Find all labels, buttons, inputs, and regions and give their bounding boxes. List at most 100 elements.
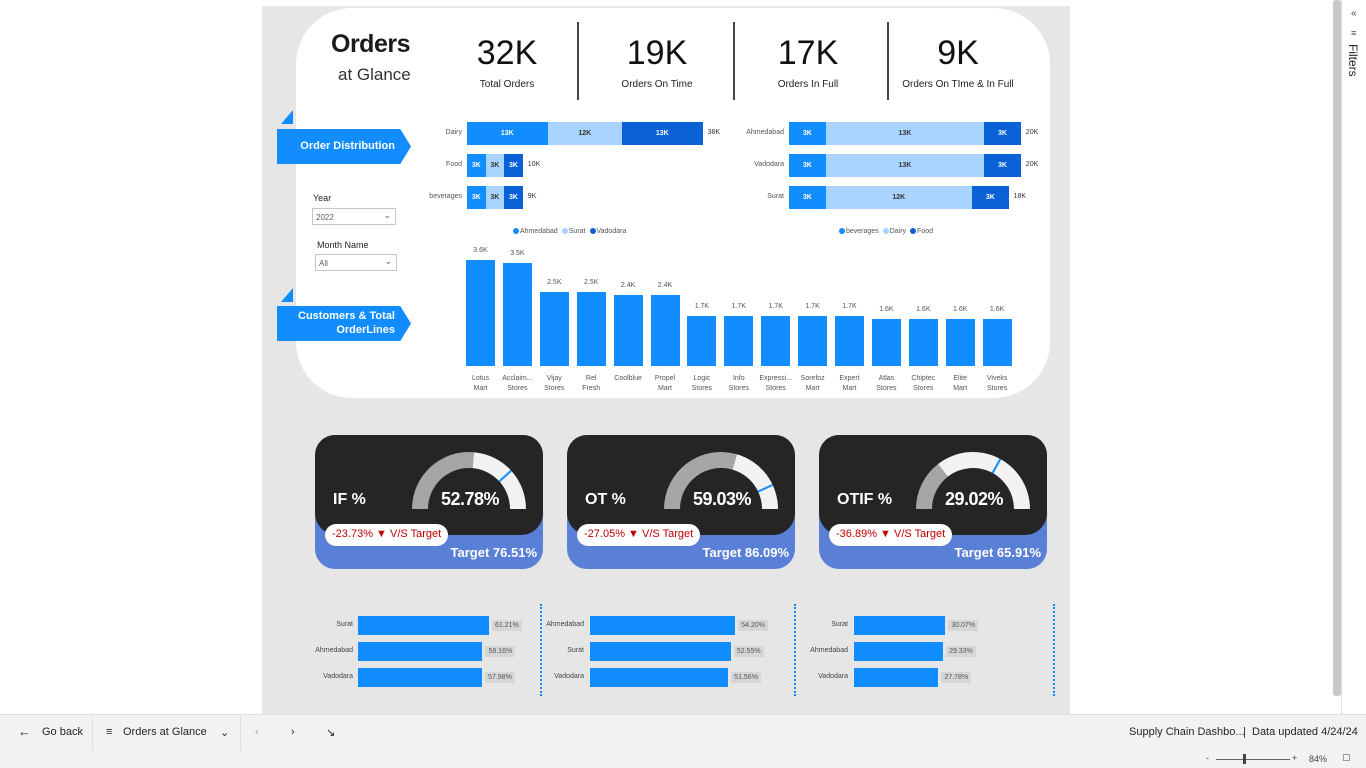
column-category-label: Viveks Stores bbox=[986, 375, 1008, 392]
column-bar bbox=[502, 262, 532, 366]
filters-pane[interactable]: « ≡ Filters bbox=[1341, 0, 1366, 714]
chart-legend: beverages Dairy Food bbox=[839, 228, 933, 235]
variance-value: -36.89% bbox=[836, 528, 881, 540]
variance-badge: -36.89% ▼ V/S Target bbox=[829, 524, 953, 546]
column-value-label: 3.6K bbox=[473, 247, 488, 254]
year-slicer[interactable]: 2022 ⌄ bbox=[312, 208, 396, 225]
legend-item[interactable]: Food bbox=[910, 228, 933, 235]
city-value-label: 61.21% bbox=[491, 620, 522, 631]
next-page-icon[interactable]: › bbox=[291, 726, 295, 738]
legend-item[interactable]: beverages bbox=[839, 228, 879, 235]
page-title: Orders bbox=[331, 30, 410, 58]
column-bar bbox=[687, 315, 717, 366]
bar-category-label: Surat bbox=[767, 193, 784, 200]
target-label: Target 86.09% bbox=[702, 545, 789, 560]
city-value-label: 29.33% bbox=[946, 646, 976, 657]
city-bar bbox=[590, 668, 729, 687]
report-name: Supply Chain Dashbo... bbox=[1129, 726, 1245, 738]
zoom-in-icon[interactable]: + bbox=[1292, 753, 1297, 763]
city-value-label: 58.16% bbox=[485, 646, 516, 657]
city-bar bbox=[358, 616, 489, 635]
city-label: Vadodara bbox=[818, 673, 848, 680]
bar-segment: 13K bbox=[467, 122, 548, 145]
city-bar bbox=[358, 668, 483, 687]
gauge-panel: OTIF % 29.02% bbox=[819, 435, 1047, 535]
divider bbox=[540, 604, 542, 696]
chevron-down-icon[interactable]: ⌄ bbox=[220, 726, 229, 739]
month-slicer-label: Month Name bbox=[317, 240, 369, 250]
bar-segment: 3K bbox=[504, 186, 523, 209]
legend-item[interactable]: Vadodara bbox=[589, 228, 626, 235]
bar-total-label: 38K bbox=[707, 129, 721, 136]
column-value-label: 1.6K bbox=[879, 305, 894, 313]
column-category-label: Propel Mart bbox=[654, 375, 676, 392]
bar-segment: 12K bbox=[825, 186, 972, 209]
month-slicer-value: All bbox=[319, 259, 328, 268]
city-value-label: 51.56% bbox=[731, 672, 761, 683]
column-bar bbox=[945, 318, 975, 366]
zoom-level: 84% bbox=[1309, 754, 1328, 764]
separator bbox=[92, 715, 93, 751]
bar-segment: 3K bbox=[467, 154, 486, 177]
fit-to-window-icon[interactable]: ▢ bbox=[1342, 752, 1351, 763]
bar-segment: 13K bbox=[622, 122, 703, 145]
city-bar bbox=[854, 642, 944, 661]
bar-total-label: 9K bbox=[527, 193, 537, 200]
column-category-label: Lotus Mart bbox=[471, 375, 490, 392]
bar-segment: 3K bbox=[972, 186, 1009, 209]
go-back-button[interactable]: Go back bbox=[42, 726, 83, 738]
kpi-orders-in-full-label: Orders In Full bbox=[777, 79, 839, 90]
legend-item[interactable]: Dairy bbox=[882, 228, 906, 235]
column-value-label: 3.5K bbox=[510, 249, 525, 257]
city-value-label: 30.07% bbox=[948, 620, 979, 631]
city-bar bbox=[358, 642, 483, 661]
section-customers-orderlines: Customers & Total OrderLines bbox=[277, 306, 411, 341]
fit-page-icon[interactable]: ↘ bbox=[326, 726, 335, 739]
column-value-label: 2.4K bbox=[620, 282, 636, 290]
kpi-otif-value: 9K bbox=[937, 34, 979, 72]
gauge-title: OTIF % bbox=[837, 491, 893, 508]
city-label: Vadodara bbox=[323, 673, 353, 680]
chevron-down-icon: ⌄ bbox=[383, 210, 391, 220]
gauge-panel: OT % 59.03% bbox=[567, 435, 795, 535]
gauge-panel: IF % 52.78% bbox=[315, 435, 543, 535]
filter-icon: ≡ bbox=[1351, 28, 1357, 38]
down-triangle-icon: ▼ bbox=[376, 528, 390, 540]
kpi-orders-on-time-label: Orders On Time bbox=[621, 79, 693, 90]
column-category-label: Logic Stores bbox=[691, 375, 712, 392]
column-category-label: Atlas Stores bbox=[876, 375, 897, 392]
month-slicer[interactable]: All ⌄ bbox=[315, 254, 397, 271]
bar-segment: 3K bbox=[504, 154, 523, 177]
legend-item[interactable]: Ahmedabad bbox=[513, 228, 558, 235]
down-triangle-icon: ▼ bbox=[628, 528, 642, 540]
column-bar bbox=[466, 260, 495, 366]
column-bar bbox=[613, 295, 643, 366]
bar-segment: 3K bbox=[789, 154, 826, 177]
bar-segment: 3K bbox=[467, 186, 486, 209]
section-order-distribution: Order Distribution bbox=[277, 129, 411, 164]
divider bbox=[794, 604, 796, 696]
column-value-label: 1.6K bbox=[916, 305, 931, 313]
zoom-out-icon[interactable]: - bbox=[1206, 753, 1209, 763]
collapse-icon[interactable]: « bbox=[1351, 8, 1357, 19]
bar-segment: 3K bbox=[984, 122, 1021, 145]
column-category-label: Rel Fresh bbox=[582, 375, 601, 392]
chevron-down-icon: ⌄ bbox=[384, 256, 392, 266]
zoom-slider-thumb[interactable] bbox=[1243, 754, 1246, 764]
page-selector[interactable]: Orders at Glance bbox=[123, 726, 207, 738]
legend-item[interactable]: Surat bbox=[561, 228, 586, 235]
column-bar bbox=[539, 292, 569, 366]
legend-dot bbox=[839, 228, 845, 235]
bar-category-label: beverages bbox=[429, 193, 462, 200]
zoom-slider[interactable] bbox=[1216, 759, 1290, 760]
previous-page-icon[interactable]: ‹ bbox=[255, 726, 259, 738]
column-category-label: Info Stores bbox=[728, 375, 749, 392]
bar-segment: 3K bbox=[485, 154, 505, 177]
column-category-label: Sorefoz Mart bbox=[800, 375, 825, 392]
column-bar bbox=[835, 315, 864, 366]
vertical-scrollbar[interactable] bbox=[1333, 0, 1341, 696]
bar-category-label: Vadodara bbox=[754, 161, 784, 168]
city-label: Ahmedabad bbox=[810, 647, 848, 654]
back-arrow-icon[interactable]: ← bbox=[18, 724, 31, 739]
filters-label: Filters bbox=[1346, 44, 1360, 77]
